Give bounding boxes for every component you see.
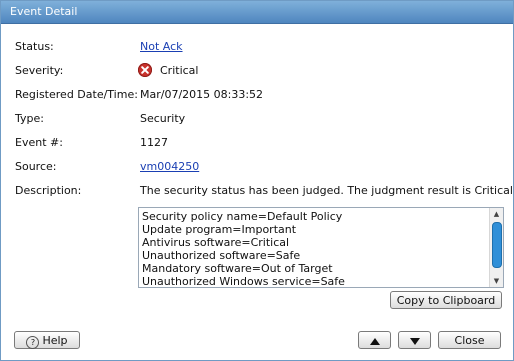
help-button-label: Help xyxy=(42,334,68,347)
details-line: Update program=Important xyxy=(142,223,297,236)
source-label: Source: xyxy=(15,160,57,173)
event-number-value: 1127 xyxy=(140,136,168,149)
down-arrow-icon xyxy=(409,337,420,345)
severity-label: Severity: xyxy=(15,64,64,77)
scroll-down-arrow-icon[interactable]: ▼ xyxy=(490,275,503,287)
type-label: Type: xyxy=(15,112,44,125)
scroll-up-arrow-icon[interactable]: ▲ xyxy=(490,208,503,220)
event-number-label: Event #: xyxy=(15,136,63,149)
details-scrollbar[interactable]: ▲ ▼ xyxy=(489,208,503,287)
scroll-thumb[interactable] xyxy=(492,222,502,268)
details-line: Mandatory software=Out of Target xyxy=(142,262,333,275)
type-value: Security xyxy=(140,112,186,125)
critical-x-icon xyxy=(138,63,152,77)
status-label: Status: xyxy=(15,40,54,53)
copy-to-clipboard-button[interactable]: Copy to Clipboard xyxy=(390,291,502,309)
title-bar: Event Detail xyxy=(1,1,513,24)
details-line: Security policy name=Default Policy xyxy=(142,210,343,223)
previous-event-button[interactable] xyxy=(358,331,391,349)
registered-date-label: Registered Date/Time: xyxy=(15,88,138,101)
close-button[interactable]: Close xyxy=(438,331,501,349)
window-title: Event Detail xyxy=(10,5,78,18)
registered-date-value: Mar/07/2015 08:33:52 xyxy=(140,88,264,101)
help-question-icon: ? xyxy=(26,336,40,349)
up-arrow-icon xyxy=(369,337,380,345)
details-textbox[interactable]: Security policy name=Default Policy Upda… xyxy=(138,207,504,288)
event-detail-dialog: Event Detail Status: Not Ack Severity: C… xyxy=(0,0,514,361)
source-link[interactable]: vm004250 xyxy=(140,160,199,173)
next-event-button[interactable] xyxy=(398,331,431,349)
severity-value: Critical xyxy=(160,64,199,77)
details-line: Unauthorized software=Safe xyxy=(142,249,301,262)
details-line: Antivirus software=Critical xyxy=(142,236,290,249)
description-label: Description: xyxy=(15,184,82,197)
status-link[interactable]: Not Ack xyxy=(140,40,183,53)
help-button[interactable]: ? Help xyxy=(14,331,80,349)
details-line: Unauthorized Windows service=Safe xyxy=(142,275,345,288)
description-value: The security status has been judged. The… xyxy=(140,184,514,197)
